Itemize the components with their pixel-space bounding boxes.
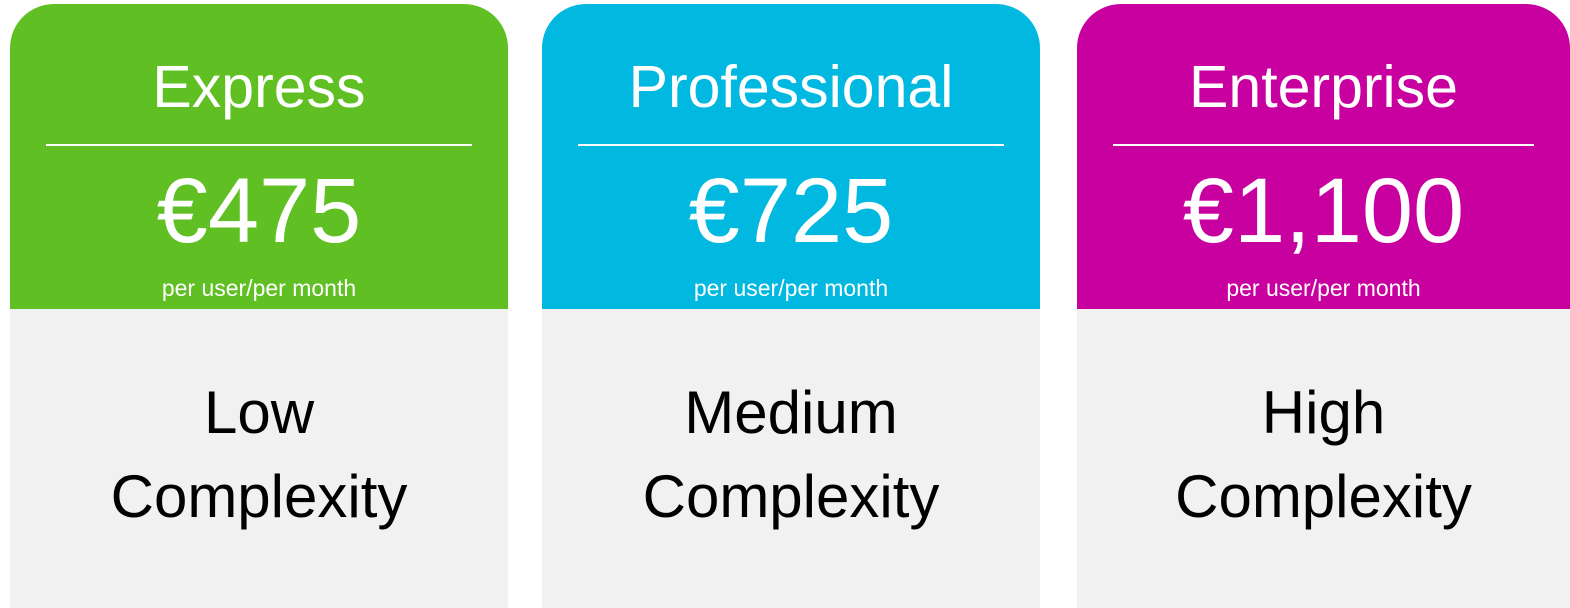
complexity-level: Low xyxy=(203,379,315,446)
plan-body-enterprise: High Complexity xyxy=(1077,309,1570,608)
complexity-label: Medium Complexity xyxy=(542,371,1040,539)
plan-card-enterprise[interactable]: Enterprise €1,100 per user/per month Hig… xyxy=(1077,4,1570,608)
plan-header-enterprise: Enterprise €1,100 per user/per month xyxy=(1077,4,1570,309)
complexity-level: High xyxy=(1261,379,1386,446)
plan-name: Professional xyxy=(628,54,954,120)
plan-header-professional: Professional €725 per user/per month xyxy=(542,4,1040,309)
complexity-word: Complexity xyxy=(110,463,408,530)
plan-card-professional[interactable]: Professional €725 per user/per month Med… xyxy=(542,4,1040,608)
header-divider xyxy=(578,144,1004,146)
complexity-label: High Complexity xyxy=(1077,371,1570,539)
complexity-word: Complexity xyxy=(1175,463,1472,530)
plan-card-express[interactable]: Express €475 per user/per month Low Comp… xyxy=(10,4,508,608)
pricing-table: Express €475 per user/per month Low Comp… xyxy=(0,0,1570,608)
plan-body-express: Low Complexity xyxy=(10,309,508,608)
price-period: per user/per month xyxy=(693,275,889,301)
header-divider xyxy=(1113,144,1534,146)
plan-body-professional: Medium Complexity xyxy=(542,309,1040,608)
plan-name: Enterprise xyxy=(1189,54,1458,120)
plan-price: €475 xyxy=(156,160,362,262)
price-period: per user/per month xyxy=(1226,275,1421,301)
plan-price: €1,100 xyxy=(1182,160,1465,262)
price-period: per user/per month xyxy=(161,275,357,301)
plan-name: Express xyxy=(152,54,366,120)
complexity-level: Medium xyxy=(684,379,898,446)
complexity-label: Low Complexity xyxy=(10,371,508,539)
plan-price: €725 xyxy=(688,160,894,262)
plan-header-express: Express €475 per user/per month xyxy=(10,4,508,309)
complexity-word: Complexity xyxy=(642,463,940,530)
header-divider xyxy=(46,144,472,146)
